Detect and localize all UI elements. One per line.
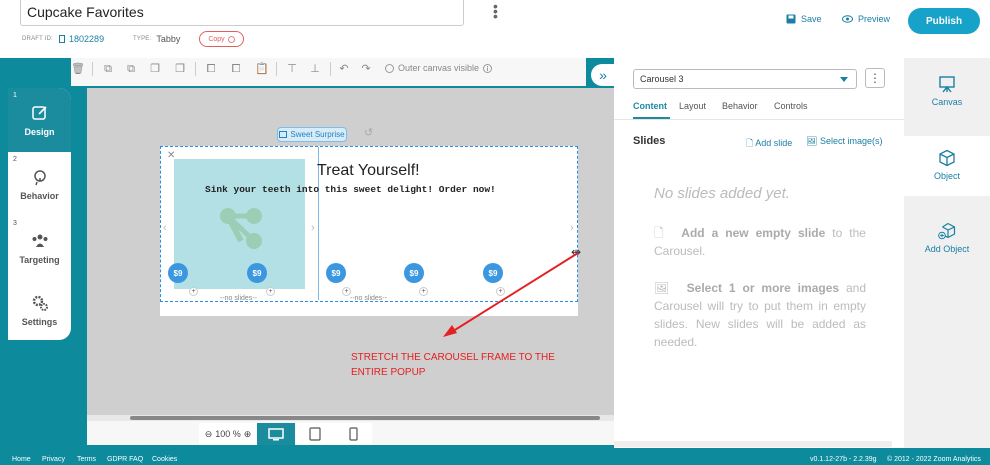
empty-hint-add-slide: 🗋 Add a new empty slide to the Carousel. (654, 224, 866, 260)
select-images-button[interactable]: 🖼 Select image(s) (806, 136, 882, 147)
object-more-icon[interactable]: ⋮ (865, 68, 885, 88)
footer-link-gdpr[interactable]: GDPR FAQ (107, 456, 143, 463)
chevron-down-icon (840, 77, 848, 82)
tablet-icon (309, 427, 321, 441)
add-slide-button[interactable]: 🗋 Add slide (746, 136, 792, 152)
sidebar-item-add-object[interactable]: Add Object (904, 222, 990, 254)
sidebar-item-canvas[interactable]: Canvas (904, 75, 990, 107)
sidebar-item-label: Canvas (931, 97, 963, 107)
annotation-text: STRETCH THE CAROUSEL FRAME TO THE ENTIRE… (351, 352, 555, 378)
slides-heading: Slides (633, 135, 666, 147)
empty-state-title: No slides added yet. (654, 185, 790, 202)
footer-link-terms[interactable]: Terms (77, 456, 96, 463)
mobile-view-button[interactable] (334, 423, 372, 445)
canvas-scrollbar-thumb[interactable] (130, 416, 600, 420)
easel-icon (939, 76, 955, 93)
object-select-value: Carousel 3 (640, 74, 684, 84)
file-plus-icon: 🗋 (746, 138, 754, 148)
tab-controls[interactable]: Controls (774, 101, 808, 111)
footer-link-privacy[interactable]: Privacy (42, 456, 65, 463)
footer-link-cookies[interactable]: Cookies (152, 456, 177, 463)
sidebar-item-label: Add Object (924, 244, 970, 254)
sidebar-item-label: Object (933, 171, 960, 181)
image-icon: 🖼 (806, 136, 818, 146)
select-images-label: Select image(s) (819, 136, 883, 146)
zoom-level: 100 % (215, 429, 241, 439)
version-text: v0.1.12-27b - 2.2.39g (810, 456, 877, 463)
zoom-in-icon[interactable]: ⊕ (244, 429, 252, 440)
copyright-text: © 2012 - 2022 Zoom Analytics (887, 456, 981, 463)
tab-content[interactable]: Content (633, 101, 667, 111)
empty-hint-select-images: 🖼 Select 1 or more images and Carousel w… (654, 279, 866, 351)
hint-bold: Select 1 or more images (686, 281, 840, 295)
tab-behavior[interactable]: Behavior (722, 101, 758, 111)
file-plus-icon: 🗋 (654, 226, 668, 240)
hint-bold: Add a new empty slide (681, 226, 826, 240)
add-cube-icon (938, 222, 956, 240)
sidebar-item-object[interactable]: Object (904, 149, 990, 181)
cube-icon (939, 149, 955, 167)
image-icon: 🖼 (654, 281, 673, 295)
footer-link-home[interactable]: Home (12, 456, 31, 463)
tablet-view-button[interactable] (296, 423, 334, 445)
add-slide-label: Add slide (755, 138, 793, 148)
collapse-panel-icon[interactable]: » (591, 64, 615, 86)
desktop-icon (268, 427, 284, 440)
object-select[interactable]: Carousel 3 (633, 69, 857, 89)
tab-layout[interactable]: Layout (679, 101, 706, 111)
divider (614, 119, 904, 120)
desktop-view-button[interactable] (257, 423, 295, 445)
panel-scrollbar[interactable] (614, 441, 892, 447)
zoom-out-icon[interactable]: ⊖ (205, 429, 213, 440)
zoom-control: ⊖ 100 % ⊕ (199, 423, 257, 445)
footer: Home Privacy Terms GDPR FAQ Cookies v0.1… (0, 455, 990, 465)
mobile-icon (348, 427, 358, 441)
